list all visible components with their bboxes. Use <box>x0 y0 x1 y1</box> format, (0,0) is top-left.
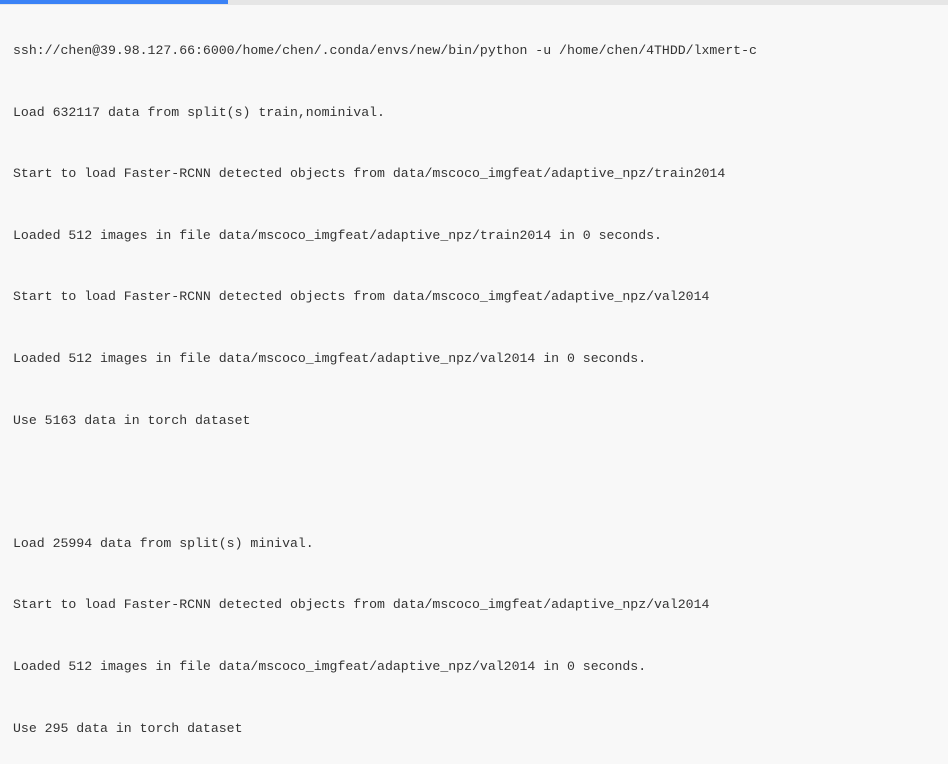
console-line: Start to load Faster-RCNN detected objec… <box>13 289 710 305</box>
console-output[interactable]: ssh://chen@39.98.127.66:6000/home/chen/.… <box>13 10 757 764</box>
console-line: Load 25994 data from split(s) minival. <box>13 535 314 551</box>
console-line: Use 5163 data in torch dataset <box>13 412 251 428</box>
console-line: Loaded 512 images in file data/mscoco_im… <box>13 658 647 674</box>
console-line: Loaded 512 images in file data/mscoco_im… <box>13 350 647 366</box>
console-line: Load 632117 data from split(s) train,nom… <box>13 104 385 120</box>
console-line: Use 295 data in torch dataset <box>13 720 243 736</box>
progress-bar <box>0 0 948 5</box>
console-line: Loaded 512 images in file data/mscoco_im… <box>13 227 662 243</box>
console-line: Start to load Faster-RCNN detected objec… <box>13 597 710 613</box>
progress-fill <box>0 0 228 4</box>
console-line: ssh://chen@39.98.127.66:6000/home/chen/.… <box>13 43 757 58</box>
console-line: Start to load Faster-RCNN detected objec… <box>13 166 726 182</box>
